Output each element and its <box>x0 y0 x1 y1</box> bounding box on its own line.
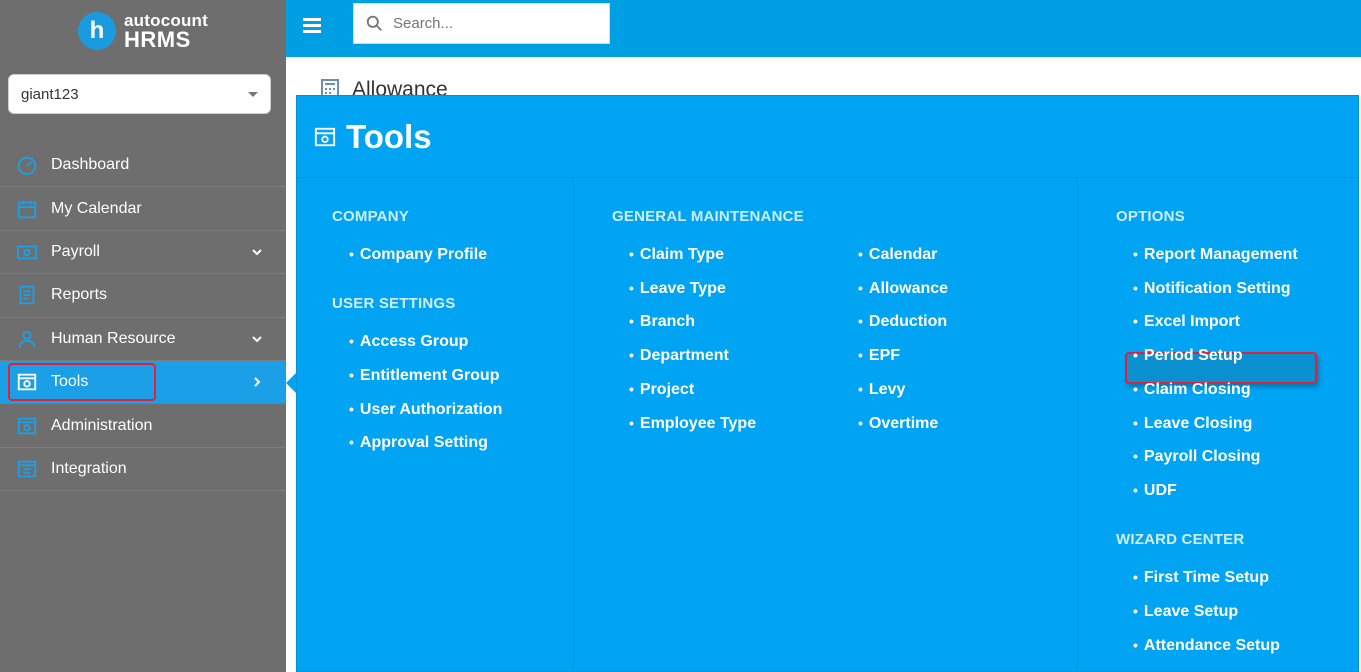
brand-name-big: HRMS <box>124 26 191 52</box>
menu-item-first-time-setup[interactable]: First Time Setup <box>1133 569 1269 587</box>
sidebar-item-label: My Calendar <box>51 199 142 217</box>
menu-item-udf[interactable]: UDF <box>1133 482 1177 500</box>
menu-item-leave-type[interactable]: Leave Type <box>629 280 726 298</box>
integration-icon <box>16 458 38 480</box>
company-select-value: giant123 <box>21 85 79 103</box>
menu-item-claim-closing[interactable]: Claim Closing <box>1133 381 1251 399</box>
menu-item-claim-type[interactable]: Claim Type <box>629 246 724 264</box>
section-heading-wizard-center: WIZARD CENTER <box>1116 531 1245 548</box>
menu-item-entitlement-group[interactable]: Entitlement Group <box>349 367 500 385</box>
menu-item-branch[interactable]: Branch <box>629 313 695 331</box>
menu-item-approval-setting[interactable]: Approval Setting <box>349 434 488 452</box>
menu-item-payroll-closing[interactable]: Payroll Closing <box>1133 448 1260 466</box>
menu-item-department[interactable]: Department <box>629 347 729 365</box>
company-select[interactable]: giant123 <box>8 74 271 114</box>
sidebar-item-dashboard[interactable]: Dashboard <box>0 144 286 188</box>
menu-item-project[interactable]: Project <box>629 381 694 399</box>
menu-column-general: GENERAL MAINTENANCE Claim Type Leave Typ… <box>574 178 1317 671</box>
section-heading-options: OPTIONS <box>1116 208 1185 225</box>
gauge-icon <box>16 154 38 176</box>
menu-item-allowance[interactable]: Allowance <box>858 280 948 298</box>
topbar <box>286 0 1361 57</box>
sidebar-item-label: Reports <box>51 286 108 304</box>
caret-down-icon <box>248 91 258 97</box>
sidebar-item-reports[interactable]: Reports <box>0 274 286 318</box>
sidebar-item-label: Dashboard <box>51 156 130 174</box>
tools-highlight-outline <box>8 363 156 401</box>
menu-item-deduction[interactable]: Deduction <box>858 313 947 331</box>
section-heading-user-settings: USER SETTINGS <box>332 295 456 312</box>
sidebar-item-my-calendar[interactable]: My Calendar <box>0 187 286 231</box>
mega-menu-title: Tools <box>346 117 432 155</box>
section-heading-general-maintenance: GENERAL MAINTENANCE <box>612 208 804 225</box>
search-input[interactable] <box>393 15 593 32</box>
search-box[interactable] <box>353 3 610 44</box>
brand-mark: h <box>78 12 117 50</box>
menu-item-company-profile[interactable]: Company Profile <box>349 246 487 264</box>
menu-item-access-group[interactable]: Access Group <box>349 333 468 351</box>
search-icon <box>366 15 382 31</box>
sidebar-item-human-resource[interactable]: Human Resource <box>0 318 286 361</box>
menu-item-excel-import[interactable]: Excel Import <box>1133 313 1240 331</box>
chevron-right-icon <box>254 377 261 387</box>
sidebar-item-integration[interactable]: Integration <box>0 448 286 492</box>
brand-name-small: autocount <box>124 10 208 30</box>
menu-column-options: OPTIONS Report Management Notification S… <box>1078 178 1360 671</box>
sidebar-item-label: Administration <box>51 416 153 434</box>
menu-item-employee-type[interactable]: Employee Type <box>629 415 756 433</box>
brand-logo[interactable]: h autocount HRMS <box>0 0 286 62</box>
menu-item-calendar[interactable]: Calendar <box>858 246 937 264</box>
menu-item-levy[interactable]: Levy <box>858 381 905 399</box>
menu-item-user-authorization[interactable]: User Authorization <box>349 401 503 419</box>
menu-item-leave-setup[interactable]: Leave Setup <box>1133 603 1238 621</box>
menu-item-leave-closing[interactable]: Leave Closing <box>1133 415 1252 433</box>
sidebar-item-label: Payroll <box>51 242 100 260</box>
tools-mega-menu: Tools COMPANY Company Profile USER SETTI… <box>296 95 1359 672</box>
menu-item-report-management[interactable]: Report Management <box>1133 246 1298 264</box>
chevron-down-icon <box>252 336 262 343</box>
hamburger-menu-icon[interactable] <box>303 18 321 34</box>
sidebar-item-administration[interactable]: Administration <box>0 404 286 448</box>
admin-icon <box>16 415 38 437</box>
tools-icon <box>314 127 336 146</box>
sidebar-item-label: Integration <box>51 459 127 477</box>
chevron-down-icon <box>252 249 262 256</box>
menu-item-overtime[interactable]: Overtime <box>858 415 938 433</box>
people-icon <box>16 328 38 350</box>
money-icon <box>16 241 38 263</box>
report-icon <box>16 284 38 306</box>
sidebar: h autocount HRMS giant123 Dashboard My C… <box>0 0 286 672</box>
calendar-icon <box>16 198 38 220</box>
menu-item-attendance-setup[interactable]: Attendance Setup <box>1133 637 1280 655</box>
mega-menu-header: Tools <box>297 96 1358 178</box>
sidebar-item-payroll[interactable]: Payroll <box>0 231 286 275</box>
menu-item-notification-setting[interactable]: Notification Setting <box>1133 280 1291 298</box>
menu-column-company: COMPANY Company Profile USER SETTINGS Ac… <box>297 178 574 671</box>
sidebar-item-label: Human Resource <box>51 329 176 347</box>
menu-item-epf[interactable]: EPF <box>858 347 900 365</box>
sidebar-nav: Dashboard My Calendar Payroll Reports Hu… <box>0 144 286 492</box>
section-heading-company: COMPANY <box>332 208 409 225</box>
menu-item-period-setup[interactable]: Period Setup <box>1133 347 1243 365</box>
